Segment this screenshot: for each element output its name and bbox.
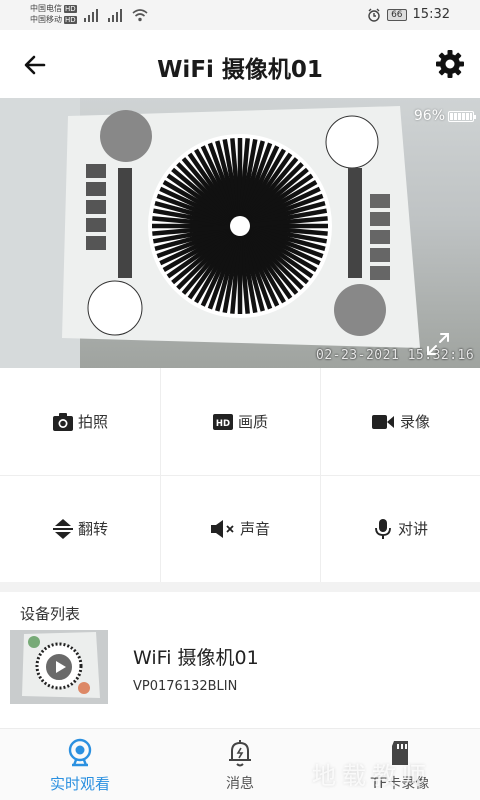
tab-messages-label: 消息 [226,776,254,792]
camera-battery: 96% [413,108,476,124]
hd-icon: HD [212,413,233,430]
status-bar: 中国电信 HD 中国移动 HD 66 15:32 [0,0,480,30]
list-item[interactable]: WiFi 摄像机01 VP0176132BLIN [0,626,480,712]
quality-label: 画质 [237,413,268,431]
video-record-icon [371,414,394,429]
section-divider [0,582,480,592]
battery-icon [448,110,476,122]
video-feed[interactable]: 96% 02-23-2021 15:32:16 [0,98,480,368]
flip-button[interactable]: 翻转 [0,475,160,582]
hd-badge: HD [64,16,77,24]
play-icon[interactable] [44,652,74,682]
page-title: WiFi 摄像机01 [157,57,323,83]
tab-messages[interactable]: 消息 [160,729,320,800]
sound-label: 声音 [239,520,270,538]
tab-live-view-label: 实时观看 [49,775,110,793]
microphone-icon [375,518,391,539]
record-label: 录像 [399,413,430,431]
svg-text:HD: HD [216,419,230,429]
device-thumbnail [10,630,108,704]
signal-icon [108,8,128,22]
webcam-icon [68,738,92,767]
talk-button[interactable]: 对讲 [320,475,480,582]
status-right: 66 15:32 [367,7,450,22]
alarm-icon [368,8,380,22]
snapshot-button[interactable]: 拍照 [0,368,160,475]
hd-badge: HD [64,5,77,13]
device-list-title: 设备列表 [20,605,81,623]
record-button[interactable]: 录像 [320,368,480,475]
sound-button[interactable]: 声音 [160,475,320,582]
camera-icon [52,412,73,431]
settings-button[interactable] [434,48,466,80]
watermark: 地载教师 [312,762,432,790]
talk-label: 对讲 [397,520,428,538]
clock: 15:32 [412,7,450,22]
mute-icon [210,519,234,538]
signal-icon [84,8,104,22]
camera-battery-level: 96% [413,108,445,124]
device-id: VP0176132BLIN [133,679,238,694]
app-header: WiFi 摄像机01 [0,30,480,98]
control-panel: 拍照 HD 画质 录像 翻转 声音 对讲 [0,368,480,582]
carrier-2: 中国移动 [30,15,62,24]
carrier-1: 中国电信 [30,4,62,13]
test-chart-image [0,98,420,368]
wifi-icon [132,9,148,22]
snapshot-label: 拍照 [77,413,108,431]
bell-icon [229,740,251,767]
quality-button[interactable]: HD 画质 [160,368,320,475]
battery-indicator: 66 [387,8,407,21]
flip-icon [52,518,73,539]
carrier-info: 中国电信 HD 中国移动 HD [30,3,77,25]
tab-live-view[interactable]: 实时观看 [0,729,160,800]
device-name: WiFi 摄像机01 [133,647,259,669]
fullscreen-button[interactable] [424,330,452,358]
flip-label: 翻转 [77,520,108,538]
